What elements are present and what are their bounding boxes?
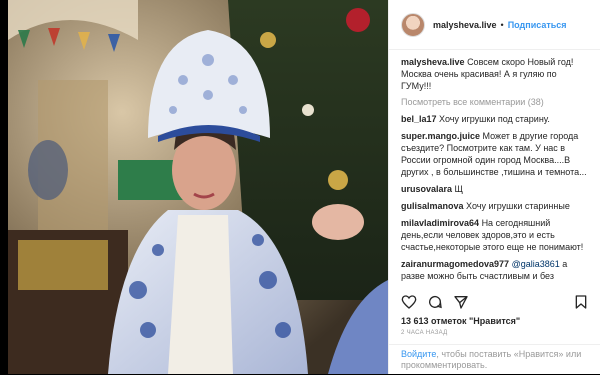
comment-text: Хочу игрушки старинные [466,201,570,211]
share-icon[interactable] [453,294,469,310]
likes-count[interactable]: 13 613 отметок "Нравится" [401,316,520,326]
comment-text: Щ [454,184,463,194]
post-timestamp: 2 ЧАСА НАЗАД [401,330,448,336]
caption: malysheva.live Совсем скоро Новый год! М… [401,56,588,92]
comment-username[interactable]: super.mango.juice [401,131,480,141]
author-username[interactable]: malysheva.live [433,20,497,30]
comment-item: milavladimirova64 На сегодняшний день,ес… [401,217,588,253]
follow-button[interactable]: Подписаться [508,20,567,30]
comment-mention[interactable]: @galia3861 [512,259,560,269]
bookmark-icon[interactable] [573,294,589,310]
post-viewer: malysheva.live • Подписаться malysheva.l… [0,0,600,374]
comment-username[interactable]: zairanurmagomedova977 [401,259,509,269]
comment-item: gulisalmanova Хочу игрушки старинные [401,200,588,212]
login-prompt: Войдите, чтобы поставить «Нравится» или … [389,344,600,375]
comment-username[interactable]: bel_la17 [401,114,437,124]
heart-icon[interactable] [401,294,417,310]
comment-item: bel_la17 Хочу игрушки под старину. [401,113,588,125]
comment-username[interactable]: gulisalmanova [401,201,464,211]
comment-item: super.mango.juice Может в другие города … [401,130,588,178]
post-header: malysheva.live • Подписаться [389,0,600,50]
caption-username[interactable]: malysheva.live [401,57,465,67]
photo-image [8,0,388,374]
comment-text: Хочу игрушки под старину. [439,114,550,124]
view-all-comments-link[interactable]: Посмотреть все комментарии (38) [401,97,588,107]
post-photo[interactable] [8,0,388,374]
comment-username[interactable]: milavladimirova64 [401,218,479,228]
comments-list[interactable]: malysheva.live Совсем скоро Новый год! М… [389,50,600,292]
comment-item: urusovalara Щ [401,183,588,195]
comment-icon[interactable] [427,294,443,310]
post-side-panel: malysheva.live • Подписаться malysheva.l… [388,0,600,374]
avatar[interactable] [401,12,425,37]
comment-username[interactable]: urusovalara [401,184,452,194]
action-bar [389,290,600,314]
separator-dot: • [500,19,504,30]
comment-item: zairanurmagomedova977 @galia3861 а разве… [401,258,588,282]
login-link[interactable]: Войдите [401,349,436,359]
